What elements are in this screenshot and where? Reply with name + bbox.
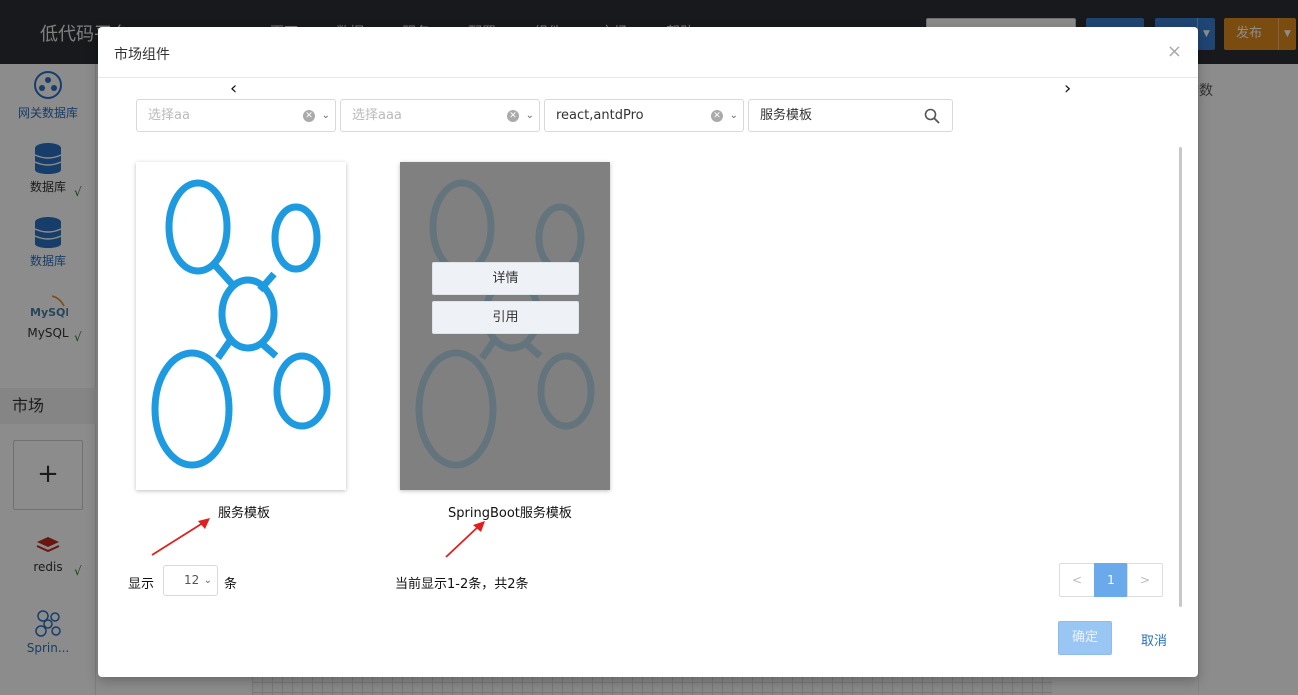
filter-placeholder: 选择aa [148, 108, 190, 123]
chevron-down-icon: ⌄ [525, 110, 534, 121]
next-page-button[interactable]: > [1127, 563, 1163, 597]
chevron-down-icon: ⌄ [203, 575, 212, 586]
close-icon[interactable]: × [1167, 41, 1182, 62]
modal-header: 市场组件 × [98, 27, 1198, 78]
chevron-down-icon: ⌄ [729, 110, 738, 121]
search-input[interactable]: 服务模板 [748, 99, 953, 132]
scrollbar[interactable] [1179, 147, 1182, 607]
page-size-unit: 条 [224, 577, 238, 592]
page-info: 当前显示1-2条，共2条 [395, 577, 529, 592]
filter-select-2[interactable]: 选择aaa ✕ ⌄ [340, 99, 540, 132]
clear-icon[interactable]: ✕ [507, 110, 519, 122]
cancel-button[interactable]: 取消 [1141, 630, 1167, 649]
page-size-value: 12 [184, 573, 200, 587]
filter-select-3[interactable]: react,antdPro ✕ ⌄ [544, 99, 744, 132]
filter-placeholder: 选择aaa [352, 108, 402, 123]
page-size-select[interactable]: 12 ⌄ [163, 565, 218, 596]
chevron-right-icon[interactable]: › [1064, 78, 1071, 99]
annotation-arrow [151, 518, 210, 556]
confirm-button[interactable]: 确定 [1058, 621, 1112, 655]
chevron-left-icon[interactable]: ‹ [230, 78, 237, 99]
search-icon[interactable] [924, 108, 940, 124]
template-card-hovered[interactable]: 详情 引用 [400, 162, 610, 490]
network-icon [151, 179, 331, 469]
annotation-arrow [445, 521, 485, 558]
card-name: 服务模板 [218, 506, 271, 521]
reference-button[interactable]: 引用 [432, 301, 579, 334]
search-value: 服务模板 [760, 108, 813, 123]
filter-value: react,antdPro [556, 108, 644, 123]
modal-title: 市场组件 [114, 47, 170, 63]
clear-icon[interactable]: ✕ [303, 110, 315, 122]
page-size-label: 显示 [128, 577, 155, 592]
market-component-modal: 市场组件 × ‹ › 选择aa ✕ ⌄ 选择aaa ✕ ⌄ react,antd… [98, 27, 1198, 677]
prev-page-button[interactable]: < [1059, 563, 1095, 597]
filter-select-1[interactable]: 选择aa ✕ ⌄ [136, 99, 336, 132]
details-button[interactable]: 详情 [432, 262, 579, 295]
clear-icon[interactable]: ✕ [711, 110, 723, 122]
current-page-button[interactable]: 1 [1094, 563, 1128, 597]
chevron-down-icon: ⌄ [321, 110, 330, 121]
template-card[interactable] [136, 162, 346, 490]
